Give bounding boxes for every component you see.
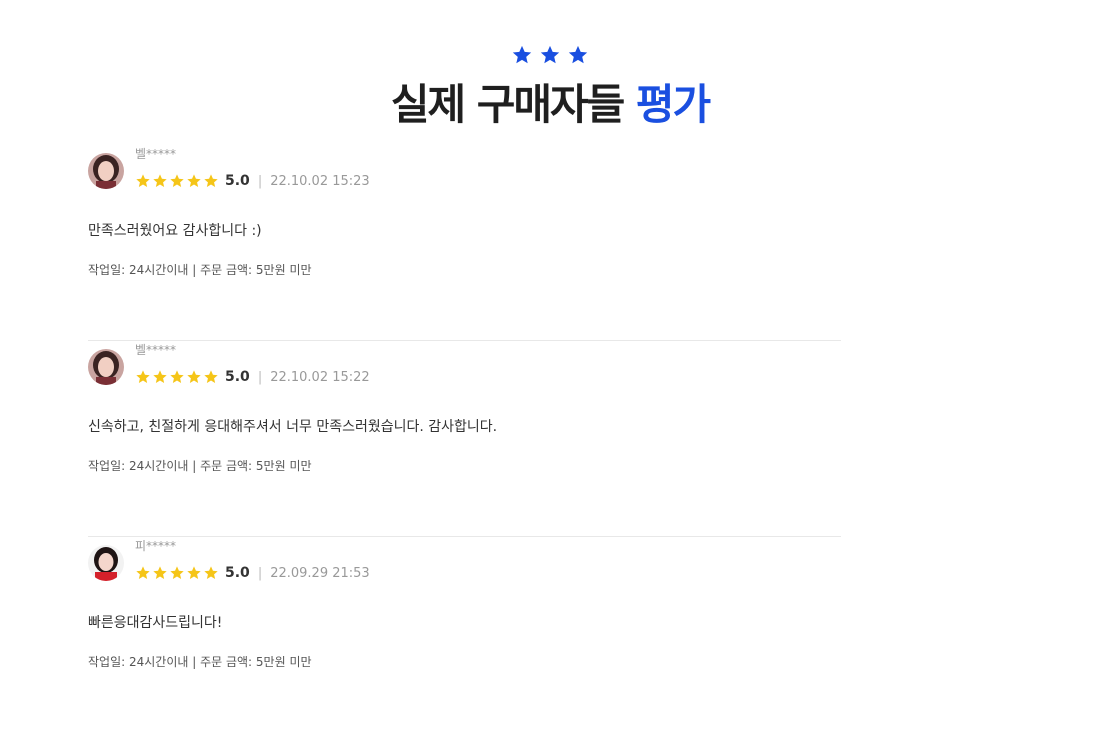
star-icon bbox=[567, 44, 589, 72]
star-icon bbox=[152, 173, 168, 189]
review-meta: 작업일: 24시간이내 | 주문 금액: 5만원 미만 bbox=[88, 263, 312, 277]
avatar[interactable] bbox=[88, 153, 124, 189]
star-icon bbox=[186, 565, 202, 581]
star-icon bbox=[169, 369, 185, 385]
review-item: 벨***** 5.0 | 22.10.02 15:22 신속하고, 친절하게 응… bbox=[88, 341, 841, 537]
star-icon bbox=[135, 565, 151, 581]
rating-separator: | bbox=[257, 173, 263, 189]
header-stars bbox=[0, 44, 1100, 72]
star-rating bbox=[135, 173, 219, 189]
section-header: 실제 구매자들 평가 bbox=[0, 44, 1100, 126]
star-rating bbox=[135, 369, 219, 385]
review-item: 벨***** 5.0 | 22.10.02 15:23 만족스러웠어요 감사합니… bbox=[88, 145, 841, 341]
rating-row: 5.0 | 22.10.02 15:22 bbox=[135, 368, 370, 386]
star-icon bbox=[203, 369, 219, 385]
rating-score: 5.0 bbox=[225, 173, 250, 189]
star-icon bbox=[152, 369, 168, 385]
review-meta: 작업일: 24시간이내 | 주문 금액: 5만원 미만 bbox=[88, 655, 312, 669]
star-icon bbox=[169, 173, 185, 189]
reviewer-name: 벨***** bbox=[135, 147, 177, 161]
review-comment: 빠른응대감사드립니다! bbox=[88, 615, 223, 631]
star-icon bbox=[186, 369, 202, 385]
avatar-woman-dark-hair-icon bbox=[88, 153, 124, 189]
star-icon bbox=[203, 565, 219, 581]
star-icon bbox=[539, 44, 561, 72]
review-date: 22.09.29 21:53 bbox=[270, 565, 370, 581]
star-rating bbox=[135, 565, 219, 581]
star-icon bbox=[135, 369, 151, 385]
reviewer-name: 벨***** bbox=[135, 343, 177, 357]
avatar-woman-red-top-icon bbox=[88, 545, 124, 581]
star-icon bbox=[511, 44, 533, 72]
review-meta: 작업일: 24시간이내 | 주문 금액: 5만원 미만 bbox=[88, 459, 312, 473]
review-comment: 만족스러웠어요 감사합니다 :) bbox=[88, 223, 262, 239]
review-list: 벨***** 5.0 | 22.10.02 15:23 만족스러웠어요 감사합니… bbox=[88, 145, 841, 732]
star-icon bbox=[169, 565, 185, 581]
rating-score: 5.0 bbox=[225, 565, 250, 581]
rating-separator: | bbox=[257, 369, 263, 385]
rating-separator: | bbox=[257, 565, 263, 581]
review-item: 피***** 5.0 | 22.09.29 21:53 빠른응대감사드립니다! … bbox=[88, 537, 841, 732]
page-title: 실제 구매자들 평가 bbox=[0, 84, 1100, 126]
review-date: 22.10.02 15:23 bbox=[270, 173, 370, 189]
star-icon bbox=[152, 565, 168, 581]
review-date: 22.10.02 15:22 bbox=[270, 369, 370, 385]
star-icon bbox=[203, 173, 219, 189]
reviewer-name: 피***** bbox=[135, 539, 177, 553]
star-icon bbox=[186, 173, 202, 189]
title-main: 실제 구매자들 bbox=[390, 80, 625, 129]
review-comment: 신속하고, 친절하게 응대해주셔서 너무 만족스러웠습니다. 감사합니다. bbox=[88, 419, 498, 435]
avatar[interactable] bbox=[88, 545, 124, 581]
rating-row: 5.0 | 22.09.29 21:53 bbox=[135, 564, 370, 582]
rating-row: 5.0 | 22.10.02 15:23 bbox=[135, 172, 370, 190]
avatar[interactable] bbox=[88, 349, 124, 385]
title-accent: 평가 bbox=[635, 80, 711, 129]
rating-score: 5.0 bbox=[225, 369, 250, 385]
avatar-woman-dark-hair-icon bbox=[88, 349, 124, 385]
star-icon bbox=[135, 173, 151, 189]
